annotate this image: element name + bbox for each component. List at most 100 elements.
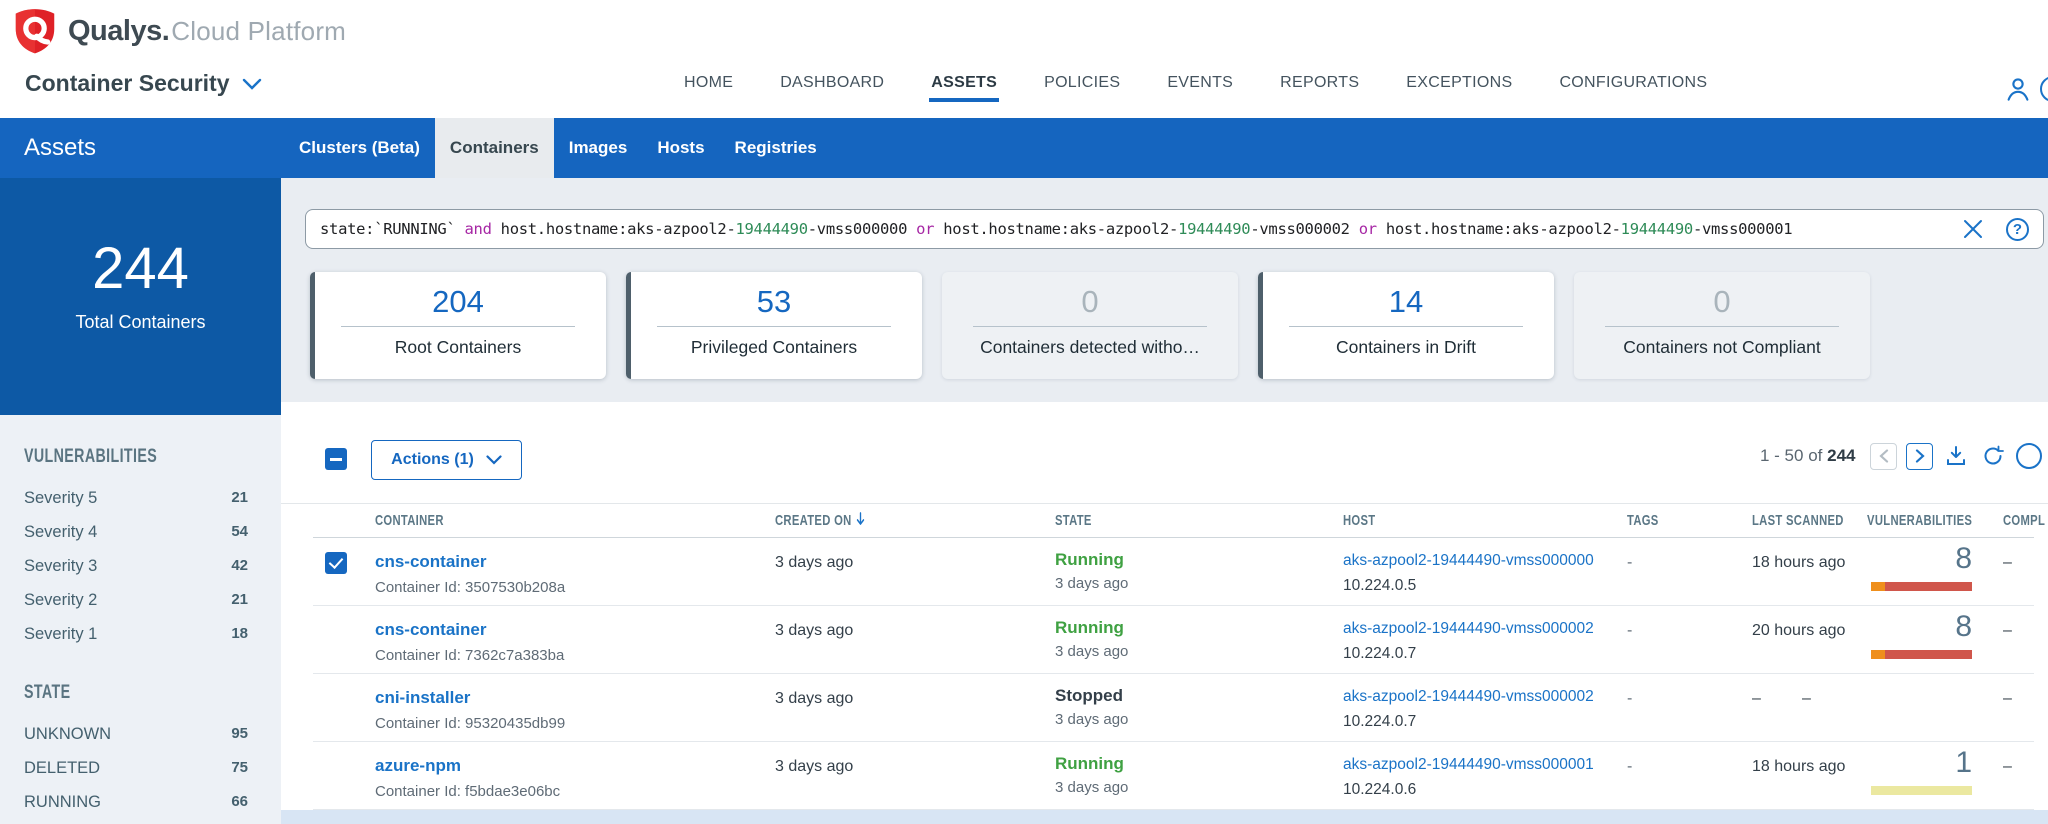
card-label: Privileged Containers — [626, 337, 922, 358]
nav-item-policies[interactable]: POLICIES — [1044, 74, 1120, 92]
brand-name: Qualys. — [68, 15, 169, 47]
host-cell: aks-azpool2-19444490-vmss000002 10.224.0… — [1343, 688, 1594, 731]
nav-item-home[interactable]: HOME — [684, 74, 733, 92]
search-input[interactable]: state:`RUNNING` and host.hostname:aks-az… — [320, 220, 1962, 238]
prev-page-button[interactable] — [1870, 443, 1897, 470]
host-link[interactable]: aks-azpool2-19444490-vmss000001 — [1343, 756, 1594, 773]
sidebar-filter-item[interactable]: DELETED 75 — [24, 751, 248, 785]
sidebar-filter-item[interactable]: RUNNING 66 — [24, 785, 248, 819]
table-body: cns-container Container Id: 3507530b208a… — [281, 538, 2048, 810]
table-row[interactable]: azure-npm Container Id: f5bdae3e06bc 3 d… — [281, 742, 2048, 810]
qualys-shield-icon — [14, 8, 56, 54]
col-compliance[interactable]: COMPL — [2003, 512, 2045, 529]
compliance-cell: – — [2003, 758, 2012, 776]
summary-card[interactable]: 204 Root Containers — [310, 272, 606, 379]
tab-clusters-beta[interactable]: Clusters (Beta) — [284, 118, 435, 178]
table-row[interactable]: cns-container Container Id: 7362c7a383ba… — [281, 606, 2048, 674]
sidebar-filter-item[interactable]: UNKNOWN 95 — [24, 717, 248, 751]
host-link[interactable]: aks-azpool2-19444490-vmss000002 — [1343, 688, 1594, 705]
summary-card[interactable]: 0 Containers not Compliant — [1574, 272, 1870, 379]
vulnerabilities-cell: – — [1802, 678, 1972, 708]
table-row[interactable]: cns-container Container Id: 3507530b208a… — [281, 538, 2048, 606]
query-segment: or — [1359, 220, 1377, 238]
container-name-link[interactable]: cni-installer — [375, 688, 470, 707]
tab-containers[interactable]: Containers — [435, 118, 554, 178]
card-label: Root Containers — [310, 337, 606, 358]
vulnerability-bar — [1871, 582, 1972, 591]
col-container[interactable]: CONTAINER — [375, 512, 444, 529]
card-value: 53 — [626, 284, 922, 320]
host-link[interactable]: aks-azpool2-19444490-vmss000002 — [1343, 620, 1594, 637]
actions-label: Actions (1) — [391, 451, 474, 469]
col-state[interactable]: STATE — [1055, 512, 1092, 529]
container-name-link[interactable]: cns-container — [375, 552, 486, 571]
tab-registries[interactable]: Registries — [720, 118, 832, 178]
sidebar-filter-item[interactable]: Severity 2 21 — [24, 583, 248, 617]
nav-item-assets[interactable]: ASSETS — [931, 74, 997, 92]
qualys-logo[interactable]: Qualys.Cloud Platform — [14, 8, 346, 54]
chevron-right-icon — [1915, 449, 1925, 463]
sidebar-section: STATE UNKNOWN 95 DELETED 75 RUNNING 66 — [24, 681, 248, 819]
state-cell: Running 3 days ago — [1055, 550, 1128, 592]
col-last-scanned[interactable]: LAST SCANNED — [1752, 512, 1844, 529]
compliance-cell: – — [2003, 554, 2012, 572]
tab-images[interactable]: Images — [554, 118, 643, 178]
query-segment: host.hostname:aks-azpool2- — [1377, 220, 1621, 238]
container-name-link[interactable]: cns-container — [375, 620, 486, 639]
card-value: 14 — [1258, 284, 1554, 320]
query-segment: or — [916, 220, 934, 238]
vulnerabilities-cell: 1 — [1802, 746, 1972, 795]
notifications-icon[interactable] — [2040, 76, 2048, 102]
query-search-box[interactable]: state:`RUNNING` and host.hostname:aks-az… — [305, 209, 2044, 249]
summary-card[interactable]: 0 Containers detected witho… — [942, 272, 1238, 379]
summary-card[interactable]: 14 Containers in Drift — [1258, 272, 1554, 379]
sidebar-filter-item[interactable]: Severity 1 18 — [24, 617, 248, 651]
query-segment: 19444490 — [735, 220, 807, 238]
nav-item-dashboard[interactable]: DASHBOARD — [780, 74, 884, 92]
nav-item-reports[interactable]: REPORTS — [1280, 74, 1359, 92]
sidebar-filter-item[interactable]: Severity 5 21 — [24, 481, 248, 515]
refresh-button[interactable] — [1979, 442, 2007, 470]
tab-hosts[interactable]: Hosts — [642, 118, 719, 178]
col-host[interactable]: HOST — [1343, 512, 1375, 529]
vulnerability-bar-segment — [1885, 650, 1972, 659]
query-segment: and — [465, 220, 492, 238]
vulnerability-count[interactable]: 1 — [1802, 746, 1972, 780]
col-tags[interactable]: TAGS — [1627, 512, 1659, 529]
vulnerabilities-cell: 8 — [1802, 542, 1972, 591]
container-name-link[interactable]: azure-npm — [375, 756, 461, 775]
nav-item-events[interactable]: EVENTS — [1167, 74, 1233, 92]
download-button[interactable] — [1942, 442, 1970, 470]
chevron-left-icon — [1879, 449, 1889, 463]
vulnerability-bar-segment — [1885, 582, 1972, 591]
created-on-cell: 3 days ago — [775, 622, 853, 640]
select-all-checkbox[interactable] — [325, 448, 347, 470]
host-link[interactable]: aks-azpool2-19444490-vmss000000 — [1343, 552, 1594, 569]
clear-search-icon[interactable] — [1962, 218, 1984, 240]
col-created-on[interactable]: CREATED ON — [775, 512, 865, 529]
created-on-cell: 3 days ago — [775, 758, 853, 776]
table-row[interactable]: cni-installer Container Id: 95320435db99… — [281, 674, 2048, 742]
user-icon[interactable] — [2003, 74, 2033, 104]
nav-item-configurations[interactable]: CONFIGURATIONS — [1559, 74, 1707, 92]
col-vulnerabilities[interactable]: VULNERABILITIES — [1867, 512, 1972, 529]
vulnerability-count[interactable]: 8 — [1802, 610, 1972, 644]
sidebar-filter-item[interactable]: Severity 3 42 — [24, 549, 248, 583]
tags-cell: - — [1627, 622, 1632, 640]
summary-card[interactable]: 53 Privileged Containers — [626, 272, 922, 379]
help-icon[interactable]: ? — [2006, 218, 2029, 241]
next-page-button[interactable] — [1906, 443, 1933, 470]
container-id: Container Id: 7362c7a383ba — [375, 647, 564, 664]
compliance-cell: – — [2003, 690, 2012, 708]
state-cell: Running 3 days ago — [1055, 754, 1128, 796]
settings-icon[interactable] — [2016, 443, 2042, 469]
card-divider — [1605, 326, 1839, 327]
asset-tabs: Clusters (Beta)ContainersImagesHostsRegi… — [284, 118, 832, 178]
host-ip: 10.224.0.7 — [1343, 713, 1594, 731]
nav-item-exceptions[interactable]: EXCEPTIONS — [1406, 74, 1512, 92]
sidebar-filter-item[interactable]: Severity 4 54 — [24, 515, 248, 549]
actions-button[interactable]: Actions (1) — [371, 440, 522, 480]
module-picker[interactable]: Container Security — [25, 70, 262, 97]
row-checkbox[interactable] — [325, 552, 347, 574]
vulnerability-count[interactable]: 8 — [1802, 542, 1972, 576]
